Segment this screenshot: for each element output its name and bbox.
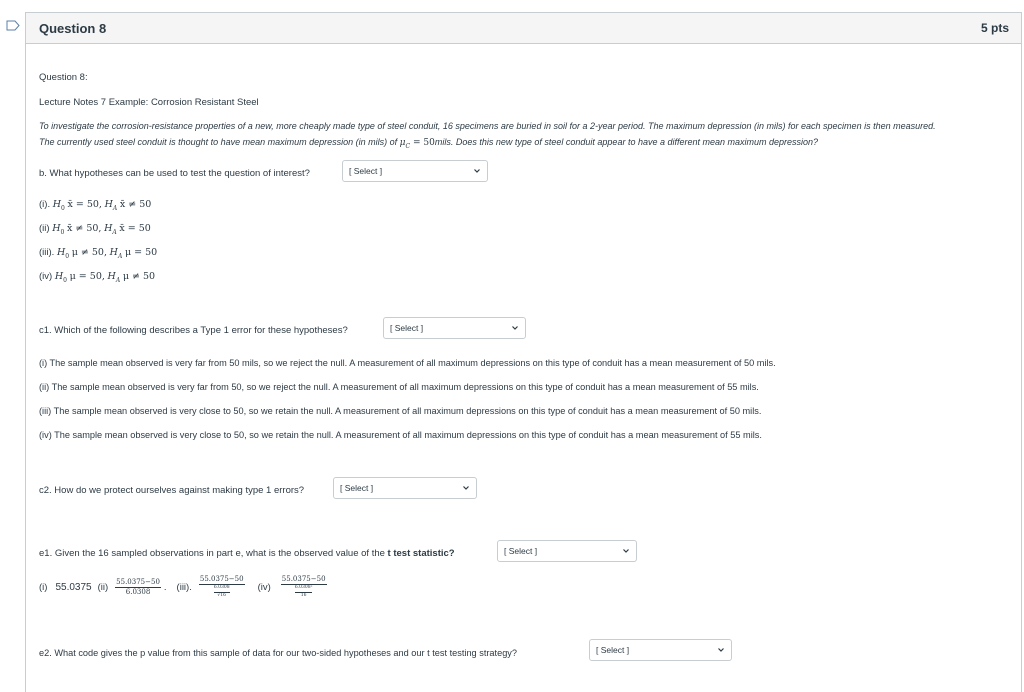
- type1-option: (iv) The sample mean observed is very cl…: [39, 430, 762, 440]
- intro-line-1: To investigate the corrosion-resistance …: [39, 121, 936, 131]
- part-c1-select[interactable]: [ Select ]: [383, 317, 526, 339]
- chevron-down-icon: [463, 486, 469, 490]
- part-e2-select[interactable]: [ Select ]: [589, 639, 732, 661]
- question-title: Question 8: [39, 20, 107, 36]
- ha-expression: x̄ ≠ 50: [119, 199, 152, 210]
- ha-symbol: H: [104, 199, 113, 210]
- part-c1-prompt: c1. Which of the following describes a T…: [39, 325, 348, 336]
- question-card: Question 8 5 pts Question 8: Lecture Not…: [25, 12, 1022, 692]
- ha-sub: A: [112, 228, 117, 236]
- nested-denominator: 16: [300, 592, 307, 598]
- fraction-denominator: 6.0308² 16: [294, 585, 313, 598]
- type1-option: (i) The sample mean observed is very far…: [39, 358, 776, 368]
- part-e1-select[interactable]: [ Select ]: [497, 540, 637, 562]
- nested-denominator: √16: [217, 592, 227, 598]
- fraction-numerator: 55.0375−50: [115, 577, 161, 588]
- h0-symbol: H: [52, 199, 62, 210]
- select-placeholder: [ Select ]: [340, 483, 374, 493]
- h0-expression: μ = 50,: [69, 271, 105, 282]
- chevron-down-icon: [623, 549, 629, 553]
- question-label: Question 8:: [39, 72, 88, 83]
- hypothesis-option: (ii) H0 x̄ ≠ 50, HA x̄ = 50: [39, 223, 151, 236]
- h0-sub: 0: [61, 204, 65, 212]
- select-placeholder: [ Select ]: [596, 645, 630, 655]
- h0-expression: x̄ = 50,: [67, 199, 102, 210]
- intro-line-2: The currently used steel conduit is thou…: [39, 137, 818, 150]
- h0-sub: 0: [65, 252, 70, 260]
- option-label: (i): [39, 581, 48, 593]
- ha-sub: A: [115, 276, 121, 284]
- ha-sub: A: [117, 252, 123, 260]
- option-iv-fraction: 55.0375−50 6.0308² 16: [280, 575, 327, 598]
- ha-expression: μ ≠ 50: [122, 271, 156, 282]
- option-label: (iv): [39, 271, 53, 282]
- ha-expression: μ = 50: [124, 247, 158, 258]
- ha-sub: A: [112, 204, 118, 212]
- part-b-prompt: b. What hypotheses can be used to test t…: [39, 168, 310, 179]
- select-placeholder: [ Select ]: [504, 546, 538, 556]
- option-label: (ii): [97, 581, 109, 593]
- select-placeholder: [ Select ]: [349, 166, 383, 176]
- fraction-numerator: 55.0375−50: [198, 575, 245, 585]
- h0-sub: 0: [60, 228, 65, 236]
- part-e1-prompt: e1. Given the 16 sampled observations in…: [39, 548, 455, 559]
- h0-symbol: H: [56, 247, 66, 258]
- part-c2-prompt: c2. How do we protect ourselves against …: [39, 485, 305, 496]
- chevron-down-icon: [474, 169, 480, 173]
- chevron-down-icon: [512, 326, 518, 330]
- option-label: (i).: [39, 199, 51, 210]
- question-subtitle: Lecture Notes 7 Example: Corrosion Resis…: [39, 97, 259, 108]
- option-label: (ii): [39, 223, 50, 234]
- ha-expression: x̄ = 50: [119, 223, 151, 234]
- ha-symbol: H: [107, 271, 116, 282]
- h0-expression: x̄ ≠ 50,: [66, 223, 102, 234]
- option-i-value: 55.0375: [55, 581, 92, 593]
- flag-question-icon[interactable]: [6, 20, 20, 31]
- fraction-denominator: 6.0308: [125, 587, 151, 596]
- e1-options: (i) 55.0375 (ii) 55.0375−50 6.0308 . (ii…: [39, 575, 327, 598]
- ha-symbol: H: [109, 247, 118, 258]
- type1-option: (ii) The sample mean observed is very fa…: [39, 382, 759, 392]
- option-label: (iii).: [176, 581, 192, 593]
- question-header: Question 8 5 pts: [26, 13, 1021, 44]
- intro-text: The currently used steel conduit is thou…: [39, 137, 400, 147]
- option-ii-fraction: 55.0375−50 6.0308: [115, 577, 161, 596]
- hypothesis-option: (i). H0 x̄ = 50, HA x̄ ≠ 50: [39, 199, 151, 212]
- type1-option: (iii) The sample mean observed is very c…: [39, 406, 762, 416]
- h0-symbol: H: [52, 223, 61, 234]
- chevron-down-icon: [718, 648, 724, 652]
- hypothesis-option: (iv) H0 μ = 50, HA μ ≠ 50: [39, 271, 155, 284]
- h0-sub: 0: [63, 276, 67, 284]
- option-label: (iv): [257, 581, 271, 593]
- intro-text-post: mils. Does this new type of steel condui…: [434, 137, 819, 147]
- fraction-denominator: 6.0308 √16: [213, 585, 230, 598]
- e1-prompt-bold: t test statistic?: [387, 548, 455, 559]
- option-iii-fraction: 55.0375−50 6.0308 √16: [198, 575, 245, 598]
- part-e2-prompt: e2. What code gives the p value from thi…: [39, 648, 518, 658]
- part-c2-select[interactable]: [ Select ]: [333, 477, 477, 499]
- e1-prompt-text: e1. Given the 16 sampled observations in…: [39, 548, 388, 559]
- h0-expression: μ ≠ 50,: [71, 247, 108, 258]
- part-b-select[interactable]: [ Select ]: [342, 160, 488, 182]
- select-placeholder: [ Select ]: [390, 323, 424, 333]
- question-points: 5 pts: [980, 21, 1009, 35]
- option-label: (iii).: [39, 247, 55, 258]
- mu-value: = 50: [410, 138, 435, 148]
- h0-symbol: H: [54, 271, 64, 282]
- hypothesis-option: (iii). H0 μ ≠ 50, HA μ = 50: [39, 247, 157, 260]
- fraction-numerator: 55.0375−50: [280, 575, 327, 585]
